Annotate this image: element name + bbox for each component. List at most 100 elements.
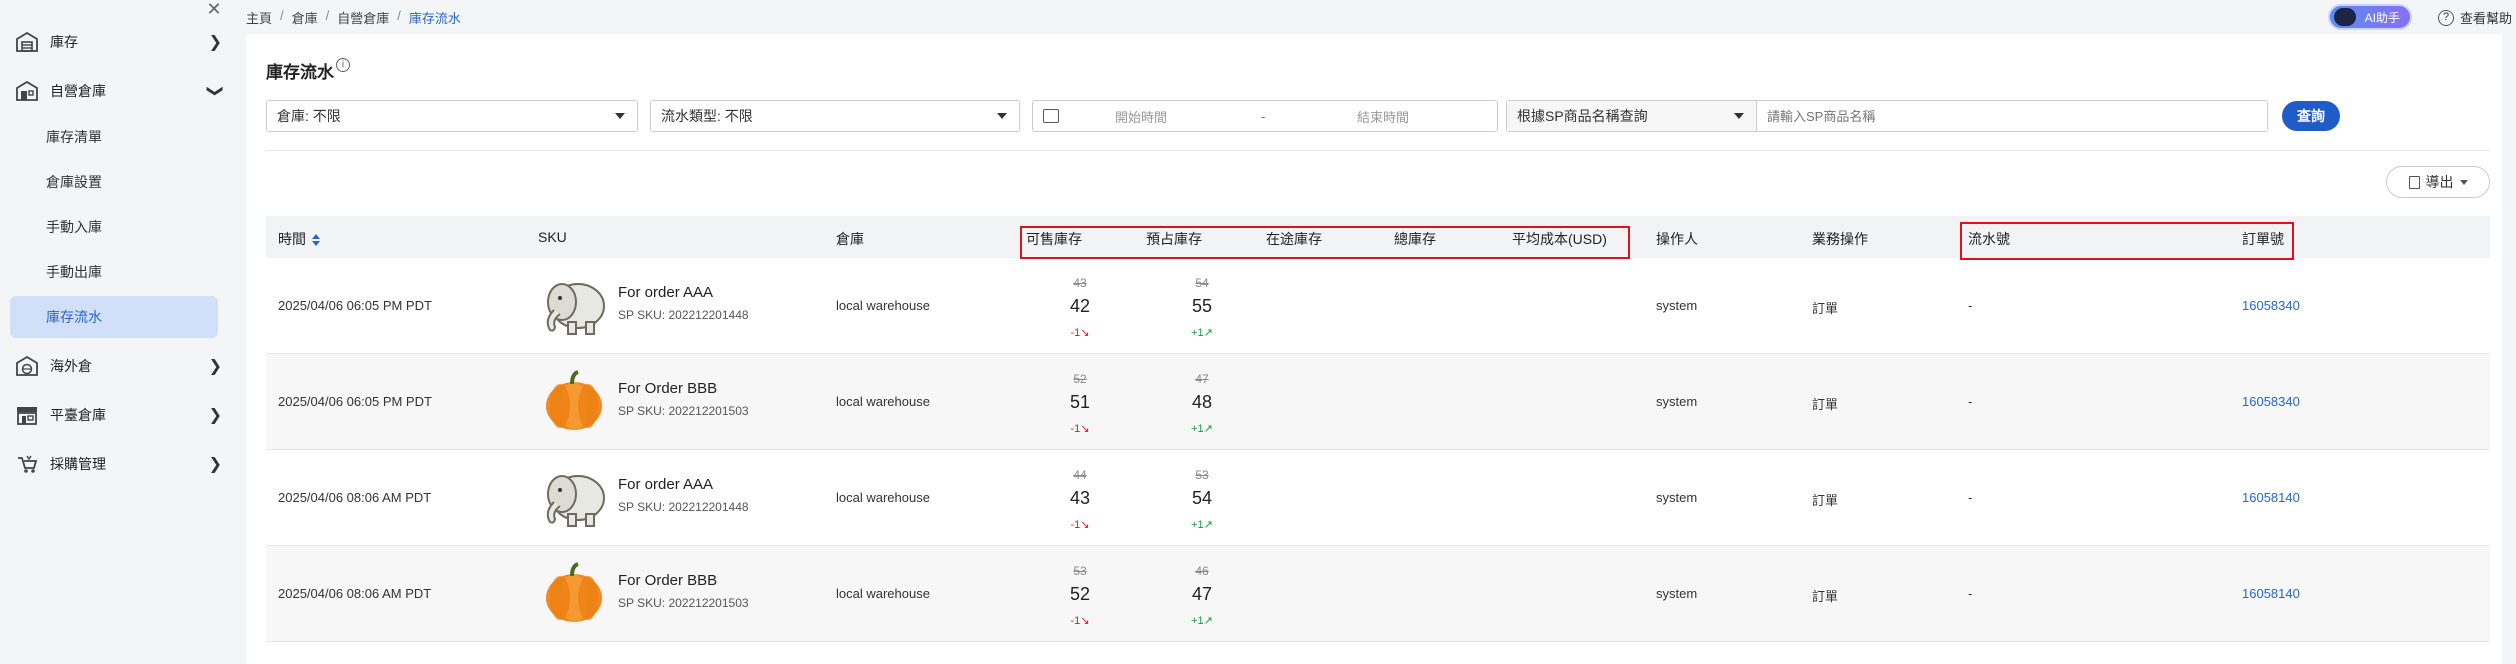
reserved-stock-old: 54 — [1195, 276, 1209, 290]
sidebar-item-platform-warehouse[interactable]: 平臺倉庫 ❯ — [14, 393, 224, 437]
row-business-operation: 訂單 — [1812, 397, 1839, 412]
warehouse-select[interactable]: 倉庫: 不限 — [266, 100, 638, 132]
chevron-down-icon: ❯ — [206, 84, 224, 98]
warehouse-select-value: 倉庫: 不限 — [277, 108, 341, 124]
row-business-operation: 訂單 — [1812, 493, 1839, 508]
product-name: For order AAA — [618, 476, 714, 493]
trend-up-icon: ↗ — [1203, 327, 1213, 339]
breadcrumb-current: 庫存流水 — [408, 11, 461, 26]
sidebar-sub-inventory-list[interactable]: 庫存清單 — [10, 116, 218, 158]
export-button[interactable]: 導出 — [2386, 166, 2490, 198]
sidebar-item-overseas-warehouse[interactable]: 海外倉 ❯ — [14, 344, 224, 388]
available-stock-new: 52 — [1069, 584, 1091, 604]
change-value: -1 — [1070, 615, 1081, 627]
caret-down-icon — [615, 113, 625, 119]
reserved-stock-new: 48 — [1191, 392, 1213, 412]
sidebar-sub-warehouse-settings[interactable]: 倉庫設置 — [10, 161, 218, 203]
row-operator: system — [1656, 586, 1698, 601]
order-number-link[interactable]: 16058340 — [2242, 298, 2300, 313]
available-stock-old: 53 — [1073, 564, 1087, 578]
order-number-link[interactable]: 16058340 — [2242, 394, 2300, 409]
table-row: 2025/04/06 06:05 PM PDT For order AAA SP S… — [266, 258, 2490, 354]
main-panel: 庫存流水 i 倉庫: 不限 流水類型: 不限 開始時間 - 結束時間 根據SP商… — [246, 34, 2502, 664]
order-number-link[interactable]: 16058140 — [2242, 490, 2300, 505]
chevron-right-icon: ❯ — [208, 358, 222, 375]
close-icon[interactable]: ✕ — [204, 0, 224, 20]
product-name: For Order BBB — [618, 572, 718, 589]
change-value: +1 — [1191, 519, 1204, 531]
available-stock-new: 51 — [1069, 392, 1091, 412]
available-stock-old: 44 — [1073, 468, 1087, 482]
sidebar-sub-inventory-flow[interactable]: 庫存流水 — [10, 296, 218, 338]
column-warehouse: 倉庫 — [836, 231, 864, 247]
chevron-right-icon: ❯ — [208, 456, 222, 473]
sidebar-item-label: 自營倉庫 — [50, 83, 106, 99]
change-value: +1 — [1191, 615, 1204, 627]
flow-type-select[interactable]: 流水類型: 不限 — [650, 100, 1020, 132]
calendar-icon — [1043, 109, 1059, 123]
row-operator: system — [1656, 490, 1698, 505]
search-mode-select[interactable]: 根據SP商品名稱查詢 — [1507, 101, 1757, 131]
self-warehouse-icon — [14, 80, 40, 102]
sidebar-item-inventory[interactable]: 庫存 ❯ — [14, 20, 224, 64]
row-time: 2025/04/06 08:06 AM PDT — [278, 586, 432, 601]
table-row: 2025/04/06 06:05 PM PDT For Order BBB SP S… — [266, 354, 2490, 450]
reserved-stock-old: 46 — [1195, 564, 1209, 578]
breadcrumb-separator: / — [325, 8, 330, 23]
sidebar-sub-manual-inbound[interactable]: 手動入庫 — [10, 206, 218, 248]
start-date-input[interactable]: 開始時間 — [1115, 107, 1167, 126]
end-date-input[interactable]: 結束時間 — [1357, 107, 1409, 126]
column-business-operation: 業務操作 — [1812, 231, 1868, 247]
row-warehouse: local warehouse — [836, 298, 930, 313]
sidebar-sub-manual-outbound[interactable]: 手動出庫 — [10, 251, 218, 293]
reserved-stock-old: 53 — [1195, 468, 1209, 482]
row-warehouse: local warehouse — [836, 394, 930, 409]
caret-down-icon — [2459, 179, 2468, 185]
info-icon[interactable]: i — [336, 58, 350, 72]
row-business-operation: 訂單 — [1812, 589, 1839, 604]
row-business-operation: 訂單 — [1812, 301, 1839, 316]
product-name: For Order BBB — [618, 380, 718, 397]
export-icon — [2408, 175, 2420, 189]
elephant-icon — [538, 272, 610, 338]
reserved-stock-change: +1↗ — [1172, 326, 1232, 339]
ai-assistant-button[interactable]: AI助手 — [2328, 4, 2412, 30]
breadcrumb-self-warehouse[interactable]: 自營倉庫 — [337, 8, 389, 27]
order-number-link[interactable]: 16058140 — [2242, 586, 2300, 601]
trend-down-icon: ↘ — [1080, 615, 1090, 627]
flow-type-select-value: 流水類型: 不限 — [661, 108, 753, 124]
export-label: 導出 — [2425, 174, 2454, 190]
reserved-stock-new: 55 — [1191, 296, 1213, 316]
trend-up-icon: ↗ — [1203, 519, 1213, 531]
query-button[interactable]: 查詢 — [2282, 101, 2340, 131]
column-operator: 操作人 — [1656, 231, 1698, 247]
row-time: 2025/04/06 06:05 PM PDT — [278, 298, 432, 313]
divider — [266, 150, 2490, 151]
breadcrumb-warehouse[interactable]: 倉庫 — [292, 8, 318, 27]
chevron-right-icon: ❯ — [208, 34, 222, 51]
purchase-icon — [14, 453, 40, 475]
breadcrumb-home[interactable]: 主頁 — [246, 8, 272, 27]
search-input[interactable] — [1757, 101, 2267, 131]
highlight-box-stock-columns — [1020, 226, 1630, 259]
column-time[interactable]: 時間 — [278, 229, 320, 249]
available-stock-change: -1↘ — [1050, 614, 1110, 627]
sidebar: ✕ 庫存 ❯ 自營倉庫 ❯ 庫存清單 倉庫設置 手動入庫 手動出庫 庫存流水 海… — [0, 0, 232, 664]
date-range-picker[interactable]: 開始時間 - 結束時間 — [1032, 100, 1498, 132]
highlight-box-number-columns — [1960, 222, 2294, 260]
sidebar-item-label: 採購管理 — [50, 456, 106, 472]
column-sku: SKU — [538, 229, 567, 245]
reserved-stock-new: 54 — [1191, 488, 1213, 508]
robot-icon — [2334, 8, 2356, 26]
sidebar-item-self-warehouse[interactable]: 自營倉庫 ❯ — [14, 69, 224, 113]
sidebar-item-purchase[interactable]: 採購管理 ❯ — [14, 442, 224, 486]
product-sku: SP SKU: 202212201448 — [618, 308, 749, 322]
help-link[interactable]: ? 查看幫助 — [2438, 8, 2512, 27]
available-stock-change: -1↘ — [1050, 422, 1110, 435]
breadcrumb: 主頁 / 倉庫 / 自營倉庫 / 庫存流水 — [246, 8, 461, 27]
warehouse-icon — [14, 31, 40, 53]
sort-icon[interactable] — [312, 234, 320, 247]
row-warehouse: local warehouse — [836, 490, 930, 505]
available-stock-new: 43 — [1069, 488, 1091, 508]
row-flow-number: - — [1968, 490, 1973, 505]
